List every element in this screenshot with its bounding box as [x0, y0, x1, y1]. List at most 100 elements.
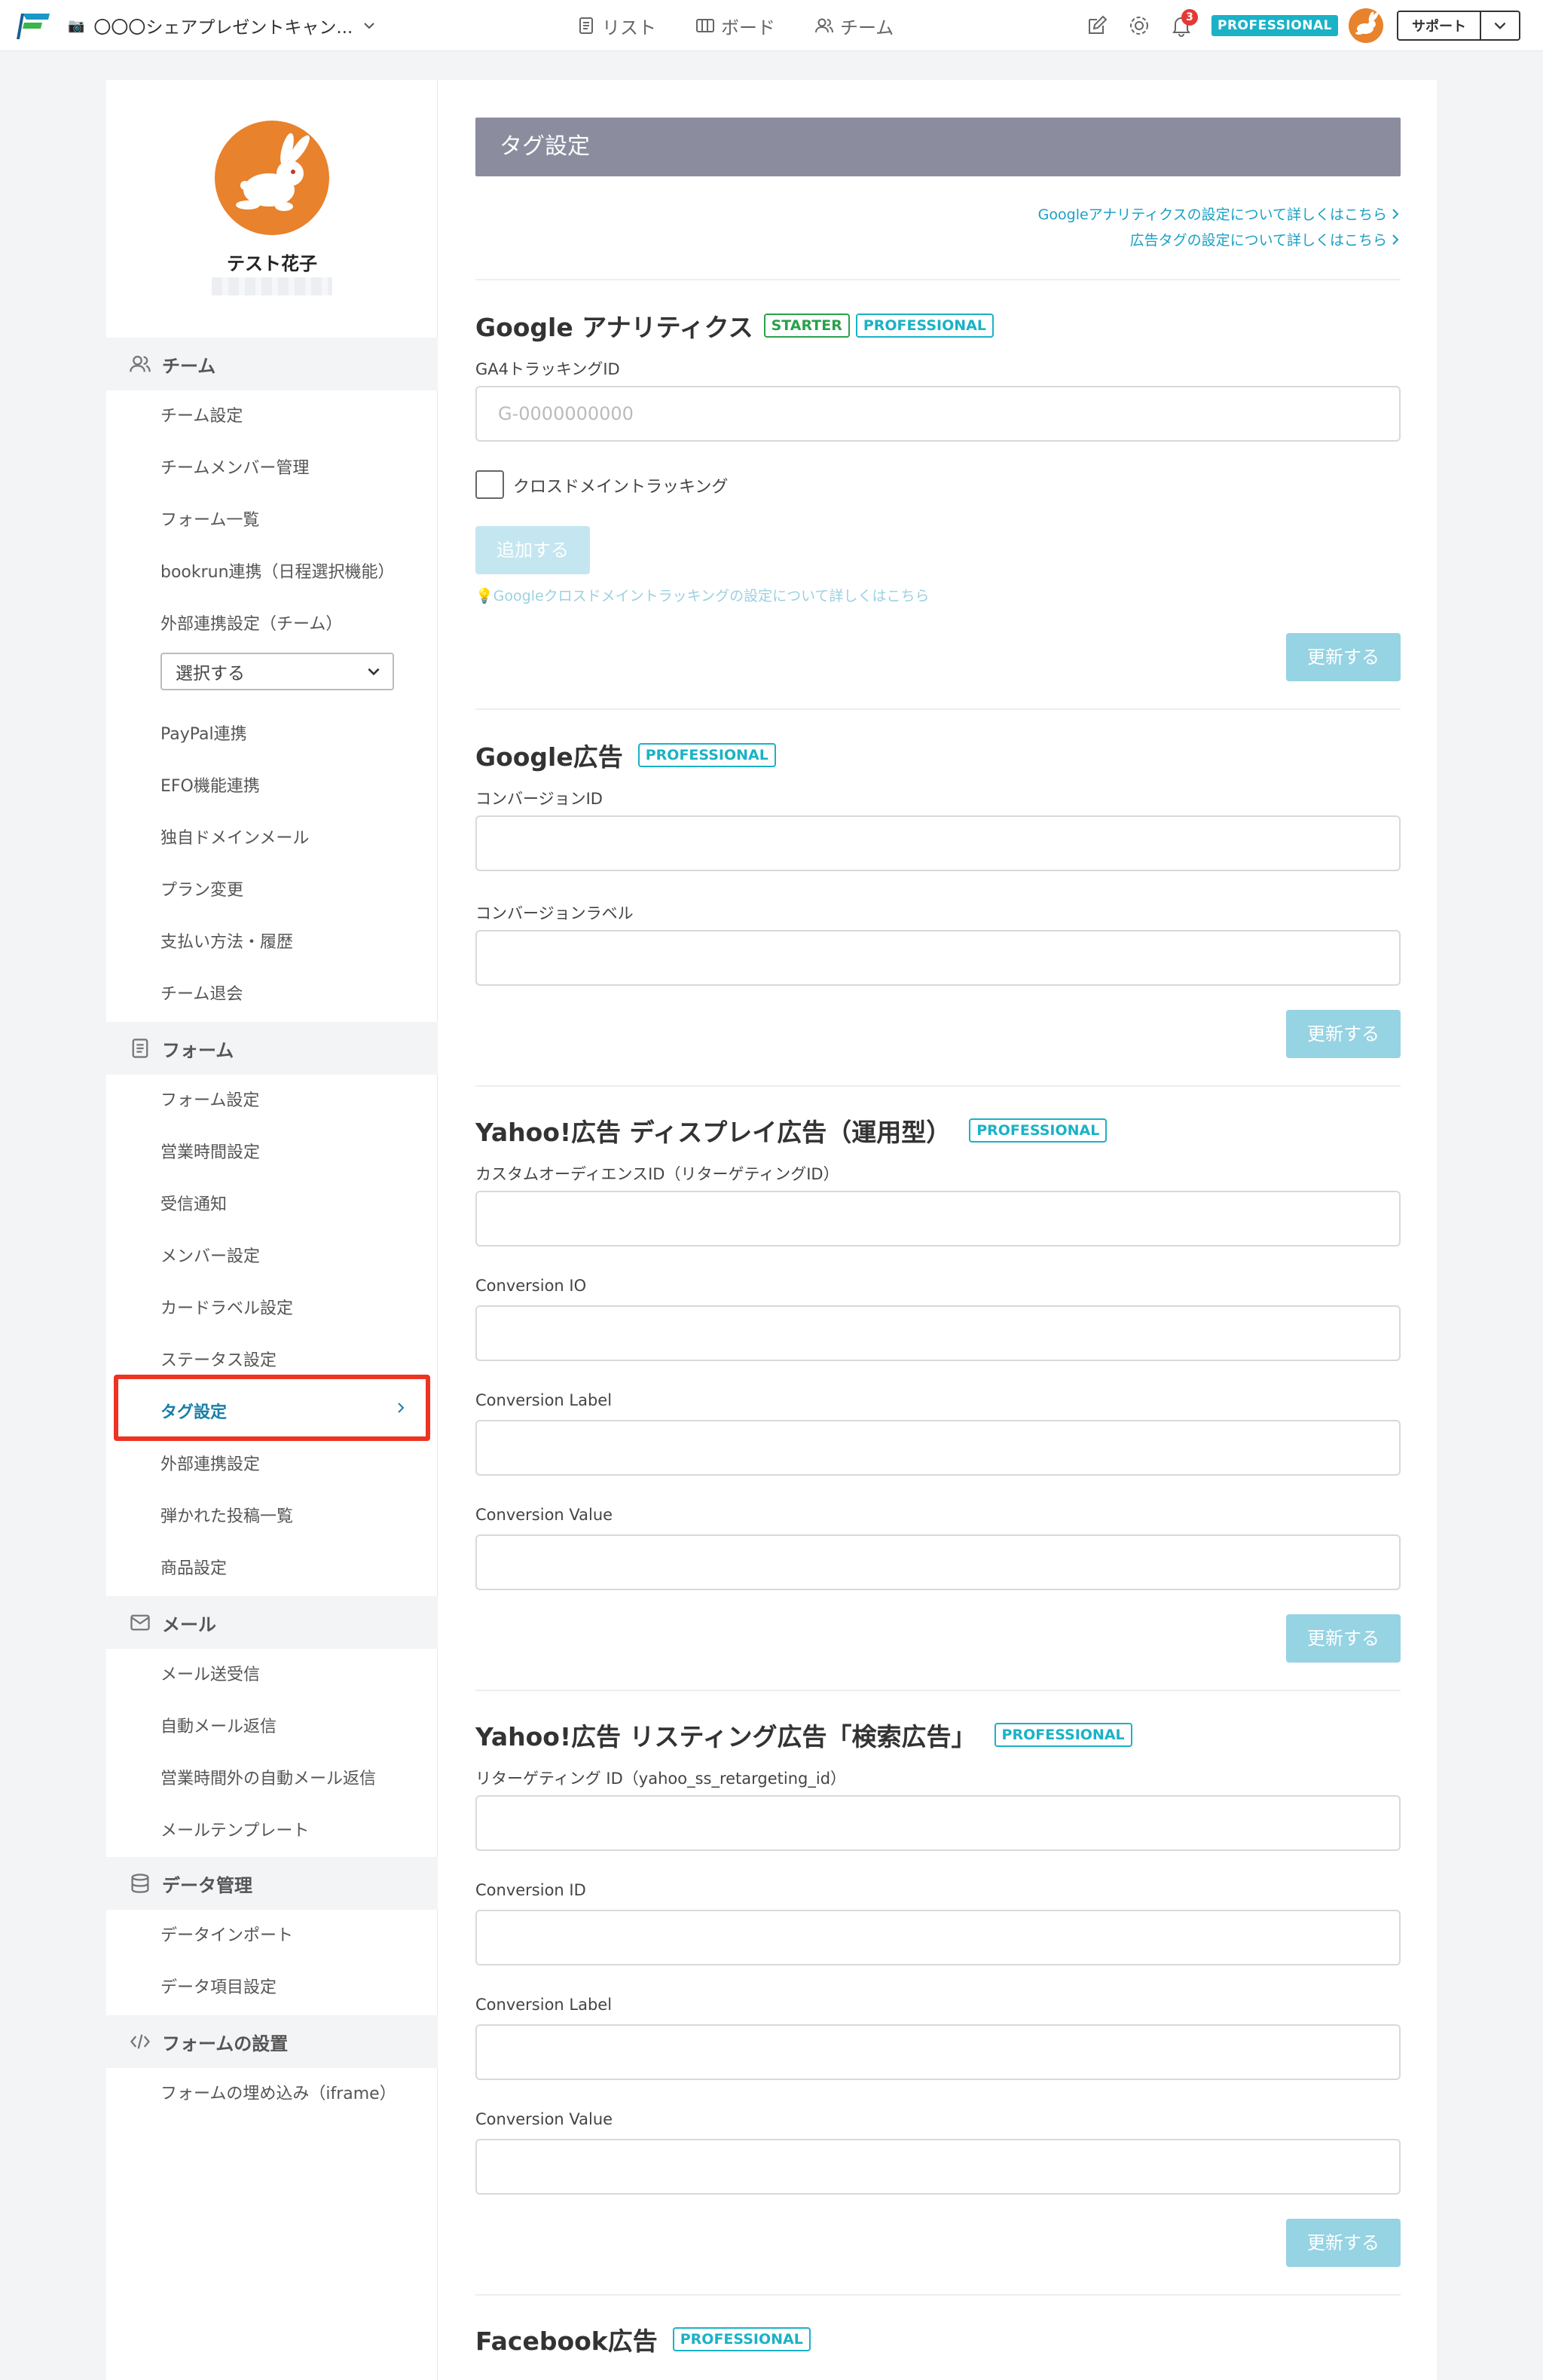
nav-board-label: ボード	[721, 17, 775, 38]
menu-team-settings[interactable]: チーム設定	[160, 402, 243, 432]
gads-section-title: Google広告 PROFESSIONAL	[475, 737, 776, 773]
professional-badge: PROFESSIONAL	[855, 314, 994, 338]
menu-paypal[interactable]: PayPal連携	[160, 720, 247, 750]
menu-payment[interactable]: 支払い方法・履歴	[160, 928, 293, 958]
ga-help-link[interactable]: Googleアナリティクスの設定について詳しくはこちら	[1038, 203, 1401, 224]
menu-plan-change[interactable]: プラン変更	[160, 876, 243, 906]
ysearch-title: Yahoo!広告 リスティング広告「検索広告」	[475, 1722, 976, 1751]
conversion-io-input[interactable]	[475, 1305, 1401, 1361]
ga-title: Google アナリティクス	[475, 313, 753, 342]
starter-badge: STARTER	[763, 314, 850, 338]
menu-business-hours[interactable]: 営業時間設定	[160, 1138, 260, 1168]
conversion-label-input[interactable]	[475, 930, 1401, 986]
nav-team[interactable]: チーム	[814, 11, 894, 41]
nav-board[interactable]: ボード	[695, 11, 775, 41]
ysearch-field-label: Conversion Label	[475, 1996, 613, 2014]
cross-domain-help-link[interactable]: 💡Googleクロスドメイントラッキングの設定について詳しくはこちら	[475, 585, 930, 605]
ysearch-field-label: Conversion Value	[475, 2110, 613, 2128]
top-bar: 📷 〇〇〇シェアプレゼントキャン... リスト ボード チーム 3 PROFES…	[0, 0, 1543, 51]
code-icon	[130, 2034, 151, 2049]
conversion-label-input[interactable]	[475, 2024, 1401, 2080]
section-embed-label: フォームの設置	[162, 2033, 289, 2054]
menu-member-settings[interactable]: メンバー設定	[160, 1242, 260, 1272]
app-logo-icon[interactable]	[17, 11, 53, 41]
nav-list-label: リスト	[602, 17, 656, 38]
ydisplay-field-label: Conversion Value	[475, 1506, 613, 1524]
support-button[interactable]: サポート	[1398, 12, 1481, 39]
retargeting-id-input[interactable]	[475, 1191, 1401, 1247]
menu-auto-reply[interactable]: 自動メール返信	[160, 1712, 277, 1742]
section-team: チーム	[106, 338, 438, 390]
nav-list[interactable]: リスト	[576, 11, 656, 41]
support-dropdown-toggle[interactable]	[1481, 12, 1519, 39]
user-avatar[interactable]	[1348, 8, 1383, 43]
menu-iframe-embed[interactable]: フォームの埋め込み（iframe）	[160, 2079, 396, 2109]
conversion-label-input[interactable]	[475, 1420, 1401, 1476]
chevron-down-icon	[364, 23, 375, 29]
add-button[interactable]: 追加する	[475, 526, 590, 574]
menu-efo[interactable]: EFO機能連携	[160, 772, 260, 802]
notification-count: 3	[1181, 9, 1198, 26]
menu-bookrun[interactable]: bookrun連携（日程選択機能）	[160, 558, 395, 588]
divider	[475, 1085, 1401, 1087]
document-icon	[132, 1039, 148, 1058]
gear-icon[interactable]	[1127, 14, 1151, 38]
menu-custom-domain[interactable]: 独自ドメインメール	[160, 824, 309, 854]
ysearch-section-title: Yahoo!広告 リスティング広告「検索広告」 PROFESSIONAL	[475, 1717, 1132, 1753]
team-icon	[815, 18, 833, 33]
menu-external-team[interactable]: 外部連携設定（チーム）	[160, 610, 342, 640]
ga-tracking-id-input[interactable]: G-0000000000	[475, 386, 1401, 442]
yahoo-retargeting-id-input[interactable]	[475, 1795, 1401, 1851]
professional-badge: PROFESSIONAL	[969, 1118, 1108, 1143]
menu-mail-template[interactable]: メールテンプレート	[160, 1816, 309, 1846]
gads-field-label: コンバージョンID	[475, 790, 603, 808]
notification-bell[interactable]: 3	[1169, 9, 1198, 38]
rabbit-icon	[236, 133, 310, 211]
menu-rejected-posts[interactable]: 弾かれた投稿一覧	[160, 1502, 293, 1532]
ga-section-title: Google アナリティクス STARTER PROFESSIONAL	[475, 307, 994, 344]
menu-data-import[interactable]: データインポート	[160, 1921, 293, 1951]
fb-section-title: Facebook広告 PROFESSIONAL	[475, 2321, 811, 2357]
divider	[475, 708, 1401, 710]
edit-icon[interactable]	[1085, 14, 1109, 38]
ydisplay-field-label: Conversion IO	[475, 1277, 587, 1295]
menu-data-fields[interactable]: データ項目設定	[160, 1973, 277, 2003]
menu-mail-send[interactable]: メール送受信	[160, 1660, 260, 1690]
external-integration-select[interactable]: 選択する	[160, 653, 394, 690]
conversion-id-input[interactable]	[475, 815, 1401, 871]
section-mail-label: メール	[162, 1614, 216, 1635]
select-value: 選択する	[176, 664, 245, 684]
professional-badge: PROFESSIONAL	[637, 743, 776, 767]
ydisplay-section-title: Yahoo!広告 ディスプレイ広告（運用型） PROFESSIONAL	[475, 1112, 1108, 1149]
menu-card-label[interactable]: カードラベル設定	[160, 1294, 293, 1324]
database-icon	[131, 1874, 149, 1893]
nav-team-label: チーム	[840, 17, 894, 38]
ysearch-field-label: Conversion ID	[475, 1881, 586, 1899]
conversion-id-input[interactable]	[475, 1910, 1401, 1965]
ga-update-button[interactable]: 更新する	[1286, 633, 1401, 681]
menu-product-settings[interactable]: 商品設定	[160, 1554, 227, 1584]
ad-tag-help-link[interactable]: 広告タグの設定について詳しくはこちら	[1130, 229, 1401, 249]
menu-team-members[interactable]: チームメンバー管理	[160, 454, 309, 484]
board-icon	[696, 19, 714, 32]
cross-domain-checkbox[interactable]	[475, 470, 504, 499]
conversion-value-input[interactable]	[475, 1534, 1401, 1590]
ydisplay-update-button[interactable]: 更新する	[1286, 1614, 1401, 1663]
menu-team-leave[interactable]: チーム退会	[160, 980, 243, 1010]
chevron-right-icon	[1392, 234, 1399, 245]
page-title: タグ設定	[475, 118, 1401, 176]
profile-email-blurred	[212, 277, 332, 295]
menu-form-settings[interactable]: フォーム設定	[160, 1086, 259, 1116]
project-title: 〇〇〇シェアプレゼントキャン...	[93, 18, 353, 38]
menu-external-settings[interactable]: 外部連携設定	[160, 1450, 260, 1480]
ad-tag-help-link-label: 広告タグの設定について詳しくはこちら	[1129, 232, 1387, 249]
conversion-value-input[interactable]	[475, 2139, 1401, 2195]
menu-receive-notify[interactable]: 受信通知	[160, 1190, 227, 1220]
menu-tag-settings[interactable]: タグ設定	[160, 1398, 227, 1428]
project-switcher[interactable]: 📷 〇〇〇シェアプレゼントキャン...	[68, 13, 377, 38]
menu-offhours-reply[interactable]: 営業時間外の自動メール返信	[160, 1764, 376, 1794]
menu-status-settings[interactable]: ステータス設定	[160, 1346, 277, 1376]
gads-update-button[interactable]: 更新する	[1286, 1010, 1401, 1058]
ysearch-update-button[interactable]: 更新する	[1286, 2219, 1401, 2267]
menu-form-list[interactable]: フォーム一覧	[160, 506, 259, 536]
